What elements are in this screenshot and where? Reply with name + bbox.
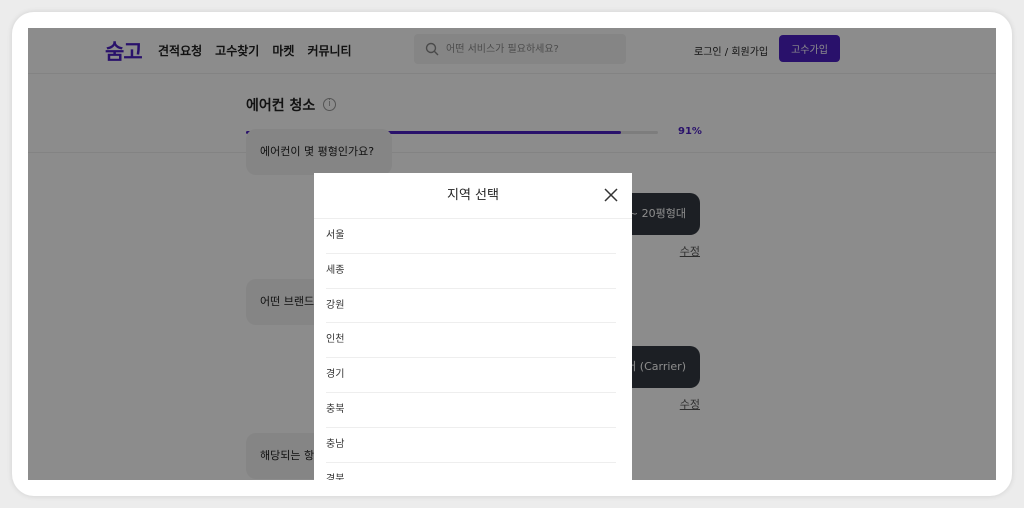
region-item-incheon[interactable]: 인천 [326, 323, 616, 359]
page-viewport: 숨고 견적요청 고수찾기 마켓 커뮤니티 로그인 / 회원가입 고수가입 에어컨… [28, 28, 996, 480]
region-item-seoul[interactable]: 서울 [326, 219, 616, 254]
region-item-sejong[interactable]: 세종 [326, 254, 616, 289]
modal-title: 지역 선택 [314, 173, 632, 219]
region-item-gangwon[interactable]: 강원 [326, 289, 616, 324]
region-item-gyeongbuk[interactable]: 경북 [326, 463, 616, 480]
region-select-modal: 지역 선택 서울 세종 강원 인천 경기 충북 충남 경북 [314, 173, 632, 480]
region-item-gyeonggi[interactable]: 경기 [326, 358, 616, 393]
region-item-chungnam[interactable]: 충남 [326, 428, 616, 463]
close-icon[interactable] [604, 188, 618, 202]
region-list: 서울 세종 강원 인천 경기 충북 충남 경북 [326, 219, 616, 480]
region-item-chungbuk[interactable]: 충북 [326, 393, 616, 428]
